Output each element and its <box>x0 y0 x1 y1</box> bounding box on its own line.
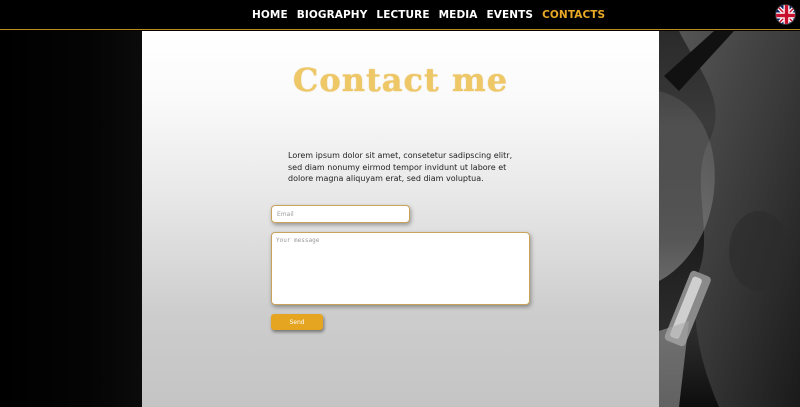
main-nav: HOME BIOGRAPHY LECTURE MEDIA EVENTS CONT… <box>252 9 605 21</box>
send-button[interactable]: Send <box>271 314 323 330</box>
nav-item-biography[interactable]: BIOGRAPHY <box>297 9 368 21</box>
nav-item-events[interactable]: EVENTS <box>487 9 534 21</box>
nav-item-media[interactable]: MEDIA <box>439 9 478 21</box>
uk-flag-icon[interactable] <box>775 4 796 25</box>
nav-item-lecture[interactable]: LECTURE <box>376 9 429 21</box>
message-field[interactable] <box>271 232 530 305</box>
left-background <box>0 31 142 407</box>
contact-panel: Contact me Lorem ipsum dolor sit amet, c… <box>142 31 659 407</box>
intro-text: Lorem ipsum dolor sit amet, consetetur s… <box>288 151 513 183</box>
top-navigation-bar: HOME BIOGRAPHY LECTURE MEDIA EVENTS CONT… <box>0 0 800 30</box>
nav-item-home[interactable]: HOME <box>252 9 288 21</box>
email-field[interactable] <box>271 205 410 223</box>
page-title: Contact me <box>292 61 509 99</box>
nav-item-contacts[interactable]: CONTACTS <box>542 9 605 21</box>
musician-photo <box>659 31 800 407</box>
